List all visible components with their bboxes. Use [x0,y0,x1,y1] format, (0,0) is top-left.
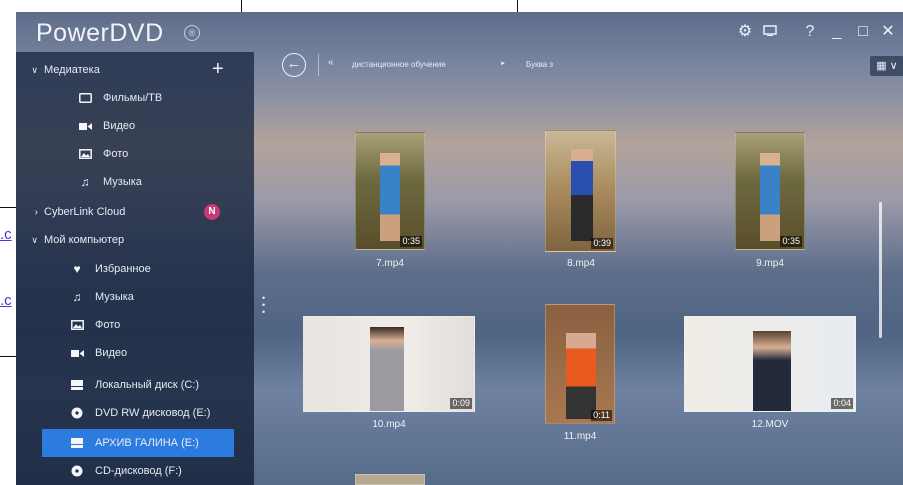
sidebar-item-music[interactable]: ♫ Музыка [16,168,254,196]
file-name[interactable]: 9.mp4 [710,258,830,269]
video-duration: 0:11 [591,410,612,421]
sidebar-item-label: Мой компьютер [44,234,125,246]
video-thumbnail[interactable]: 0:39 [545,130,616,252]
sidebar-item-cd-drive[interactable]: CD-дисковод (F:) [16,457,254,485]
photo-icon [76,147,94,161]
person-figure [753,331,791,411]
optical-disc-icon [68,406,86,420]
gear-icon[interactable]: ⚙ [734,21,756,43]
sidebar-item-local-disk-c[interactable]: Локальный диск (C:) [16,371,254,399]
video-camera-icon [68,346,86,360]
sidebar-resize-handle[interactable]: • • • [262,294,266,317]
sidebar-item-label: CD-дисковод (F:) [95,465,182,477]
sidebar-item-favorites[interactable]: ♥ Избранное [16,255,254,283]
back-arrow-icon[interactable]: ← [282,53,306,77]
video-camera-icon [76,119,94,133]
video-duration: 0:04 [831,398,853,409]
powerdvd-window: PowerDVD ® ⚙ ? _ □ ✕ ∨ Медиатека + Фильм… [16,12,903,485]
video-thumbnail[interactable]: 0:35 [355,132,425,250]
sidebar-item-movies-tv[interactable]: Фильмы/ТВ [16,84,254,112]
chevron-down-icon: ∨ [31,234,38,245]
scrollbar[interactable] [879,202,882,338]
sidebar-item-label: Медиатека [44,64,100,76]
view-mode-button[interactable]: ▦ ∨ [870,56,903,76]
video-thumbnail[interactable] [355,474,425,485]
sidebar-item-label: АРХИВ ГАЛИНА (E:) [95,437,199,449]
file-name[interactable]: 7.mp4 [330,258,450,269]
video-duration: 0:35 [780,236,802,247]
breadcrumb-item[interactable]: дистанционное обучение [352,60,446,69]
optical-disc-icon [68,464,86,478]
sidebar-item-label: Фото [95,319,121,331]
disk-drive-icon [68,378,86,392]
app-title: PowerDVD [36,19,164,47]
file-name[interactable]: 10.mp4 [329,419,449,430]
person-figure [380,153,400,241]
sidebar-item-label: Локальный диск (C:) [95,379,200,391]
add-button[interactable]: + [212,58,224,81]
file-name[interactable]: 12.MOV [710,419,830,430]
sidebar-item-label: Музыка [95,291,134,303]
music-note-icon: ♫ [72,290,82,304]
sidebar-item-archive-galina[interactable]: АРХИВ ГАЛИНА (E:) [42,429,234,457]
person-figure [760,153,780,241]
screen-icon[interactable] [759,21,781,43]
breadcrumb-expand[interactable]: « [328,57,334,68]
person-figure [566,333,596,419]
heart-icon: ♥ [73,262,81,276]
file-name[interactable]: 8.mp4 [521,258,641,269]
video-duration: 0:09 [450,398,472,409]
sidebar-item-photo[interactable]: Фото [16,311,254,339]
sidebar-item-video[interactable]: Видео [16,112,254,140]
sidebar-item-label: DVD RW дисковод (E:) [95,407,211,419]
photo-icon [68,318,86,332]
sidebar-item-photo[interactable]: Фото [16,140,254,168]
video-thumbnail[interactable]: 0:35 [735,132,805,250]
sidebar-item-label: Музыка [103,176,142,188]
video-thumbnail[interactable]: 0:11 [545,304,615,424]
help-button[interactable]: ? [799,21,821,43]
sidebar-item-label: Видео [103,120,136,132]
video-thumbnail[interactable]: 0:09 [303,316,475,412]
video-thumbnail[interactable]: 0:04 [684,316,856,412]
file-name[interactable]: 11.mp4 [520,431,640,442]
document-link[interactable]: .c [0,226,12,243]
sidebar-item-label: Избранное [95,263,151,275]
table-border-line [0,356,16,357]
person-figure [370,327,404,411]
video-duration: 0:39 [591,238,613,249]
breadcrumb-separator: ► [500,61,506,67]
chevron-right-icon: › [34,206,38,218]
maximize-button[interactable]: □ [852,21,874,43]
breadcrumb-item[interactable]: Буква з [526,60,553,69]
person-figure [571,149,593,241]
sidebar-item-music[interactable]: ♫ Музыка [16,283,254,311]
sidebar-item-label: Видео [95,347,128,359]
sidebar-item-label: Фильмы/ТВ [103,92,163,104]
table-border-line [0,207,16,208]
minimize-button[interactable]: _ [826,21,848,43]
disk-drive-icon [68,436,86,450]
tv-icon [76,91,94,105]
music-note-icon: ♫ [80,175,90,189]
sidebar-item-label: Фото [103,148,129,160]
sidebar-item-dvd-drive[interactable]: DVD RW дисковод (E:) [16,399,254,427]
video-duration: 0:35 [400,236,422,247]
document-link[interactable]: .c [0,292,12,309]
cloud-new-badge: N [204,204,220,220]
sidebar-item-video[interactable]: Видео [16,339,254,367]
chevron-down-icon: ∨ [31,64,38,75]
close-button[interactable]: ✕ [877,21,899,43]
content-toolbar: ← « дистанционное обучение ► Буква з ▦ ∨ [278,52,903,84]
registered-badge: ® [184,25,200,41]
title-bar: PowerDVD ® ⚙ ? _ □ ✕ [16,12,903,52]
sidebar: ∨ Медиатека + Фильмы/ТВ Видео Фото ♫ Муз… [16,52,254,485]
sidebar-computer-header[interactable]: ∨ Мой компьютер [16,226,254,254]
toolbar-divider [318,54,319,76]
sidebar-item-label: CyberLink Cloud [44,206,126,218]
